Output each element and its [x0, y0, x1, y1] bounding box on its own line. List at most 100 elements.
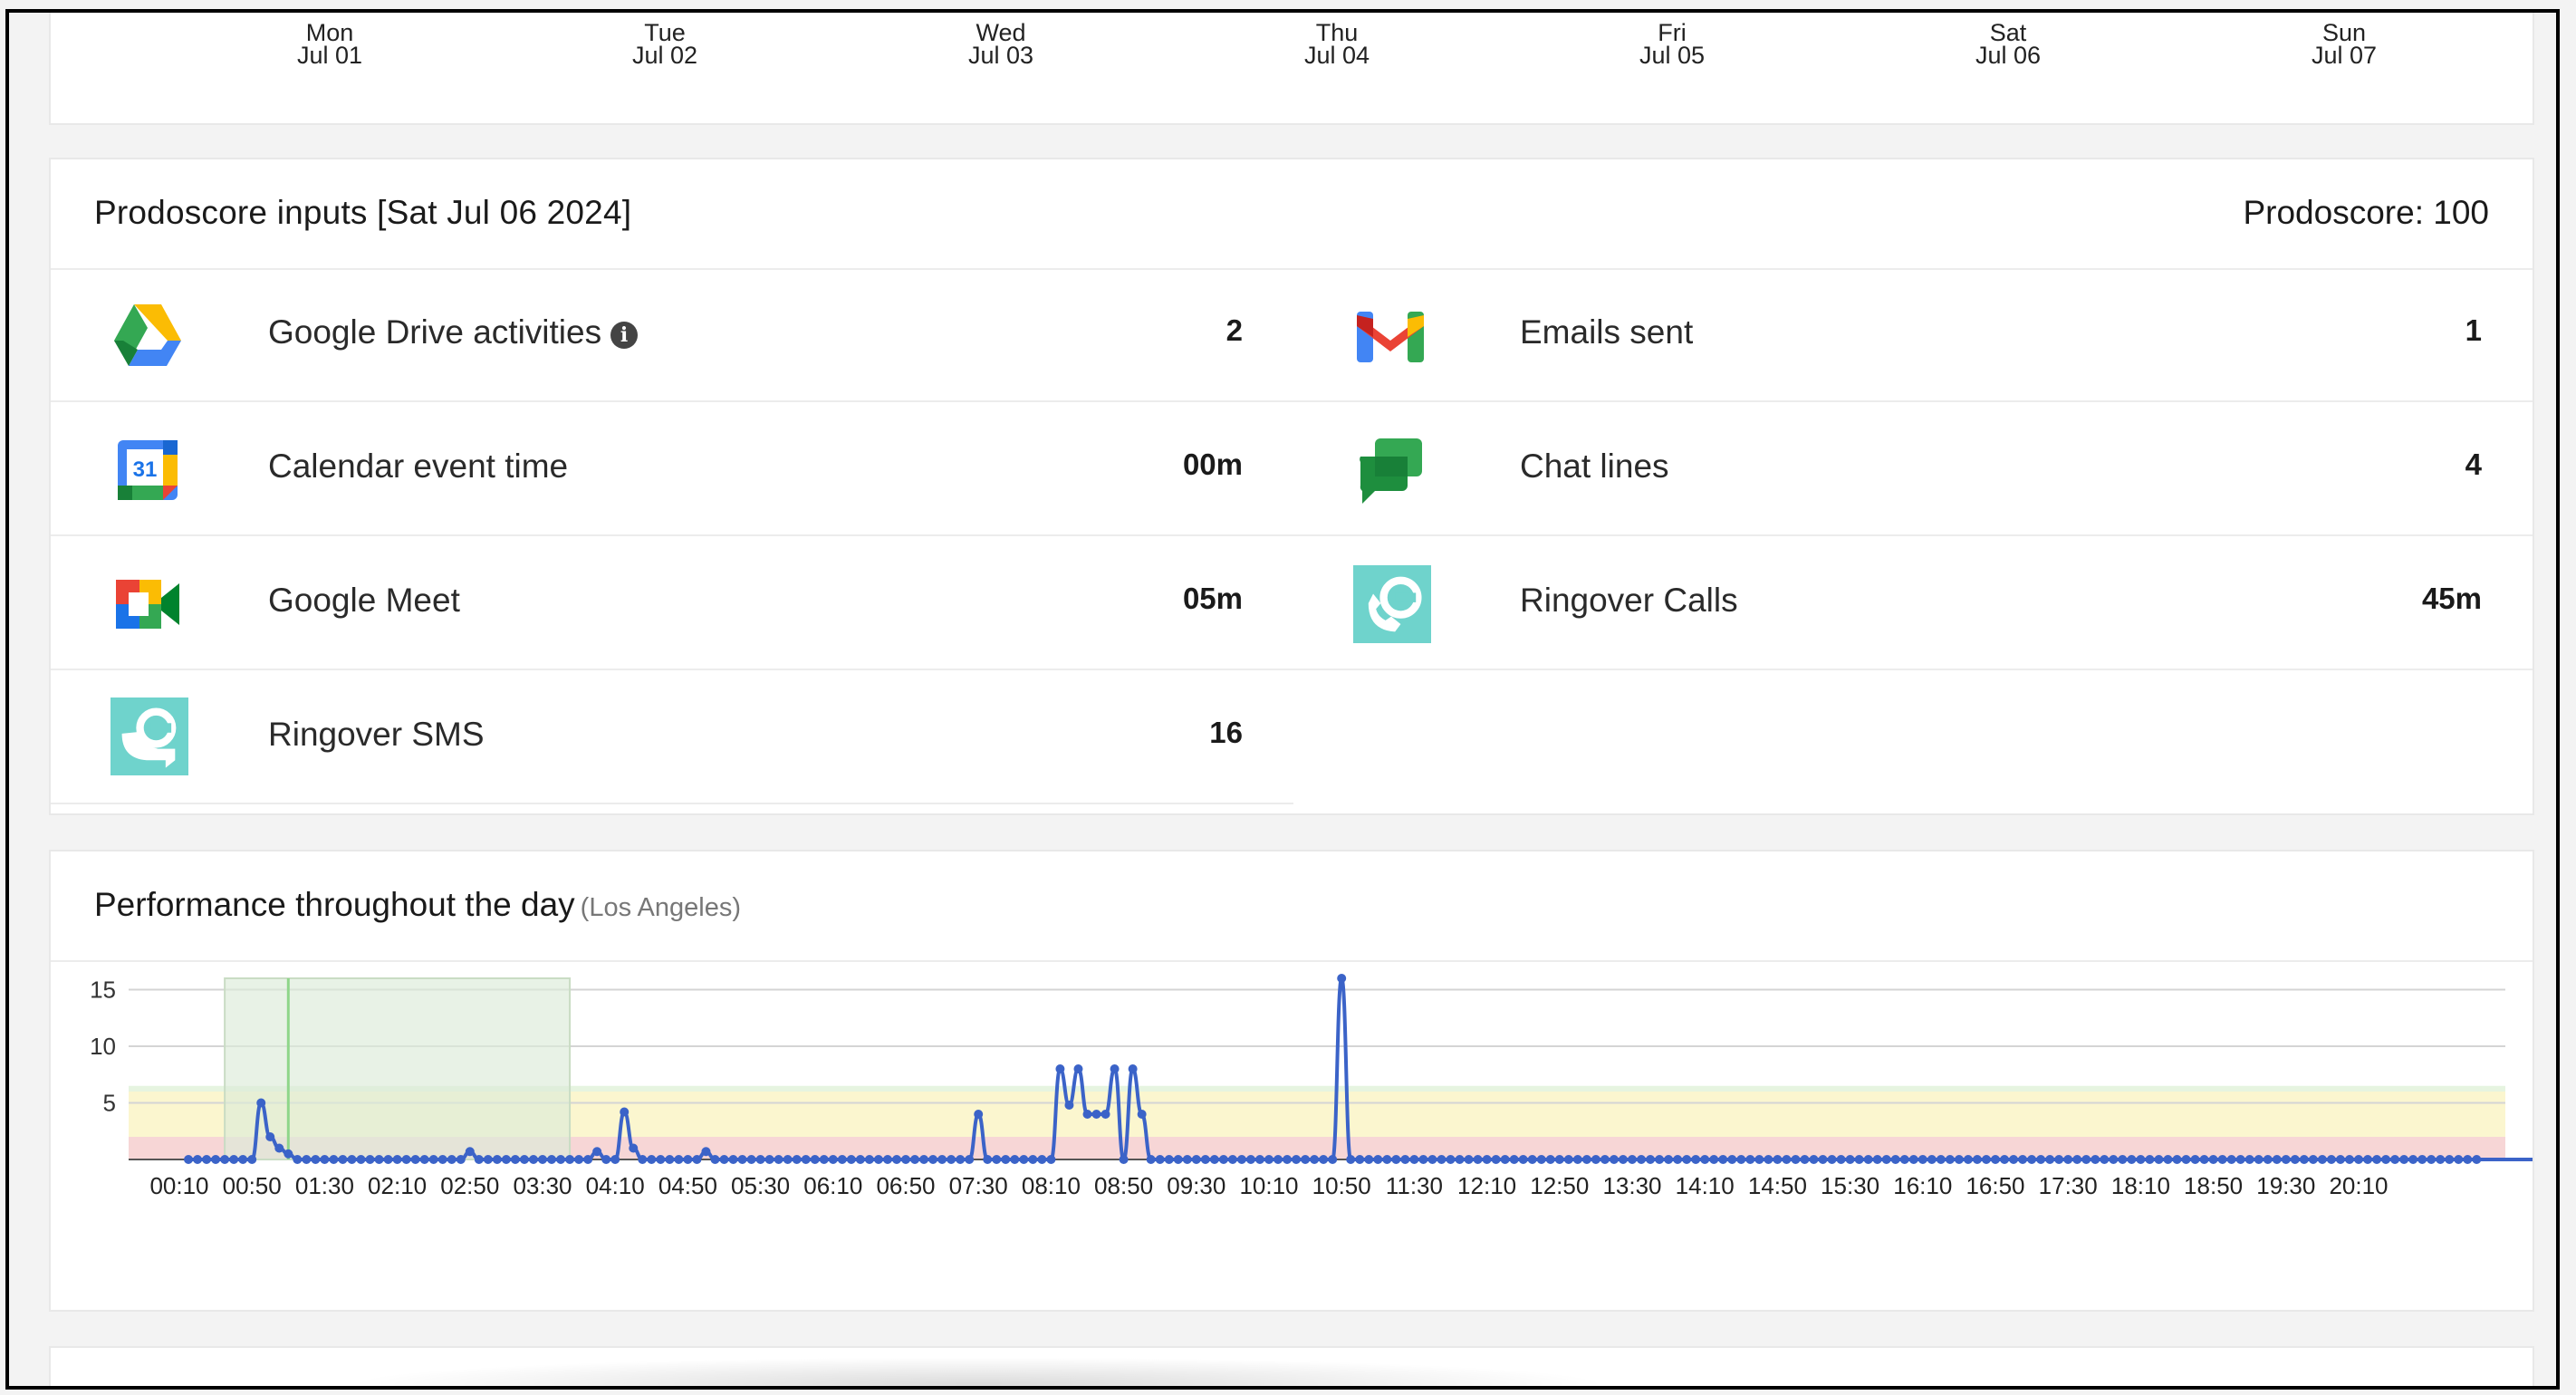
data-point — [819, 1155, 829, 1164]
x-tick-label: 14:10 — [1676, 1172, 1735, 1199]
x-tick-label: 02:50 — [440, 1172, 499, 1199]
data-point — [656, 1155, 666, 1164]
data-point — [2181, 1155, 2191, 1164]
data-point — [1191, 1155, 1201, 1164]
data-point — [864, 1155, 874, 1164]
day-column-tue[interactable]: Tue Jul 02 — [592, 21, 737, 68]
performance-line-chart[interactable]: 5 10 15 00:10 00:50 01:30 02:10 02:50 03:30 04:10… — [51, 851, 2533, 1310]
x-tick-label: 00:50 — [223, 1172, 282, 1199]
x-tick-label: 05:30 — [731, 1172, 790, 1199]
data-point — [1709, 1155, 1719, 1164]
prodoscore-inputs-card: Prodoscore inputs [Sat Jul 06 2024] Prod… — [49, 158, 2534, 815]
data-point — [1400, 1155, 1410, 1164]
data-point — [1664, 1155, 1674, 1164]
data-point — [1945, 1155, 1955, 1164]
data-point — [1691, 1155, 1701, 1164]
day-column-thu[interactable]: Thu Jul 04 — [1264, 21, 1409, 68]
input-row-ringover-sms: Ringover SMS 16 — [51, 670, 1293, 804]
data-point — [647, 1155, 657, 1164]
data-point — [1936, 1155, 1946, 1164]
day-date: Jul 06 — [1975, 42, 2042, 69]
x-tick-label: 01:30 — [295, 1172, 354, 1199]
data-point — [1673, 1155, 1683, 1164]
data-point — [2417, 1155, 2427, 1164]
data-point — [638, 1155, 648, 1164]
input-row-google-meet: Google Meet 05m — [51, 536, 1293, 670]
data-point — [465, 1147, 475, 1157]
x-tick-label: 04:10 — [586, 1172, 645, 1199]
data-point — [2000, 1155, 2010, 1164]
data-point — [2436, 1155, 2446, 1164]
data-point — [1682, 1155, 1692, 1164]
data-point — [1863, 1155, 1873, 1164]
input-value: 1 — [2465, 313, 2482, 347]
day-date: Jul 05 — [1639, 42, 1706, 69]
svg-text:31: 31 — [133, 457, 158, 482]
week-calendar-strip: Mon Jul 01 Tue Jul 02 Wed Jul 03 Thu Jul… — [49, 13, 2534, 125]
data-point — [401, 1155, 411, 1164]
data-point — [1446, 1155, 1456, 1164]
data-point — [1364, 1155, 1374, 1164]
y-tick-label: 15 — [90, 976, 116, 1004]
data-point — [1545, 1155, 1555, 1164]
data-point — [2118, 1155, 2128, 1164]
data-point — [2308, 1155, 2318, 1164]
x-tick-label: 12:50 — [1530, 1172, 1589, 1199]
card-header: Prodoscore inputs [Sat Jul 06 2024] Prod… — [51, 159, 2533, 270]
data-point — [2354, 1155, 2363, 1164]
data-point — [2363, 1155, 2373, 1164]
input-label: Calendar event time — [268, 447, 569, 485]
data-point — [583, 1155, 593, 1164]
x-tick-label: 00:10 — [149, 1172, 208, 1199]
data-point — [1718, 1155, 1728, 1164]
data-point — [801, 1155, 811, 1164]
data-point — [1991, 1155, 2000, 1164]
google-calendar-icon: 31 — [118, 440, 178, 500]
data-point — [2399, 1155, 2409, 1164]
data-point — [1581, 1155, 1591, 1164]
data-point — [1782, 1155, 1792, 1164]
x-tick-label: 12:10 — [1457, 1172, 1516, 1199]
day-column-mon[interactable]: Mon Jul 01 — [257, 21, 402, 68]
input-label: Ringover SMS — [268, 716, 485, 753]
day-column-sun[interactable]: Sun Jul 07 — [2272, 21, 2417, 68]
data-point — [1536, 1155, 1546, 1164]
x-tick-label: 02:10 — [368, 1172, 427, 1199]
data-point — [1427, 1155, 1437, 1164]
data-point — [2226, 1155, 2236, 1164]
data-point — [447, 1155, 457, 1164]
data-point — [919, 1155, 929, 1164]
data-point — [728, 1155, 738, 1164]
data-point — [2027, 1155, 2037, 1164]
data-point — [1328, 1155, 1338, 1164]
day-column-fri[interactable]: Fri Jul 05 — [1600, 21, 1745, 69]
data-point — [974, 1110, 984, 1119]
data-point — [547, 1155, 557, 1164]
data-point — [1037, 1155, 1047, 1164]
data-point — [347, 1155, 357, 1164]
data-point — [284, 1149, 293, 1159]
input-label-text: Google Drive activities — [268, 313, 602, 351]
data-point — [1527, 1155, 1537, 1164]
day-column-sat[interactable]: Sat Jul 06 — [1936, 21, 2081, 69]
data-point — [601, 1155, 611, 1164]
info-icon[interactable]: i — [610, 322, 639, 349]
data-point — [2136, 1155, 2146, 1164]
data-point — [1055, 1064, 1065, 1073]
data-point — [2190, 1155, 2200, 1164]
data-point — [1482, 1155, 1492, 1164]
data-point — [1274, 1155, 1283, 1164]
data-point — [211, 1155, 221, 1164]
data-point — [1001, 1155, 1011, 1164]
data-point — [1010, 1155, 1020, 1164]
data-point — [1209, 1155, 1219, 1164]
data-point — [419, 1155, 429, 1164]
data-point — [1418, 1155, 1428, 1164]
data-point — [1292, 1155, 1302, 1164]
data-point — [1182, 1155, 1192, 1164]
input-row-chat-lines: Chat lines 4 — [1293, 402, 2533, 536]
data-point — [755, 1155, 765, 1164]
data-point — [184, 1155, 194, 1164]
data-point — [1310, 1155, 1320, 1164]
day-column-wed[interactable]: Wed Jul 03 — [928, 21, 1073, 68]
